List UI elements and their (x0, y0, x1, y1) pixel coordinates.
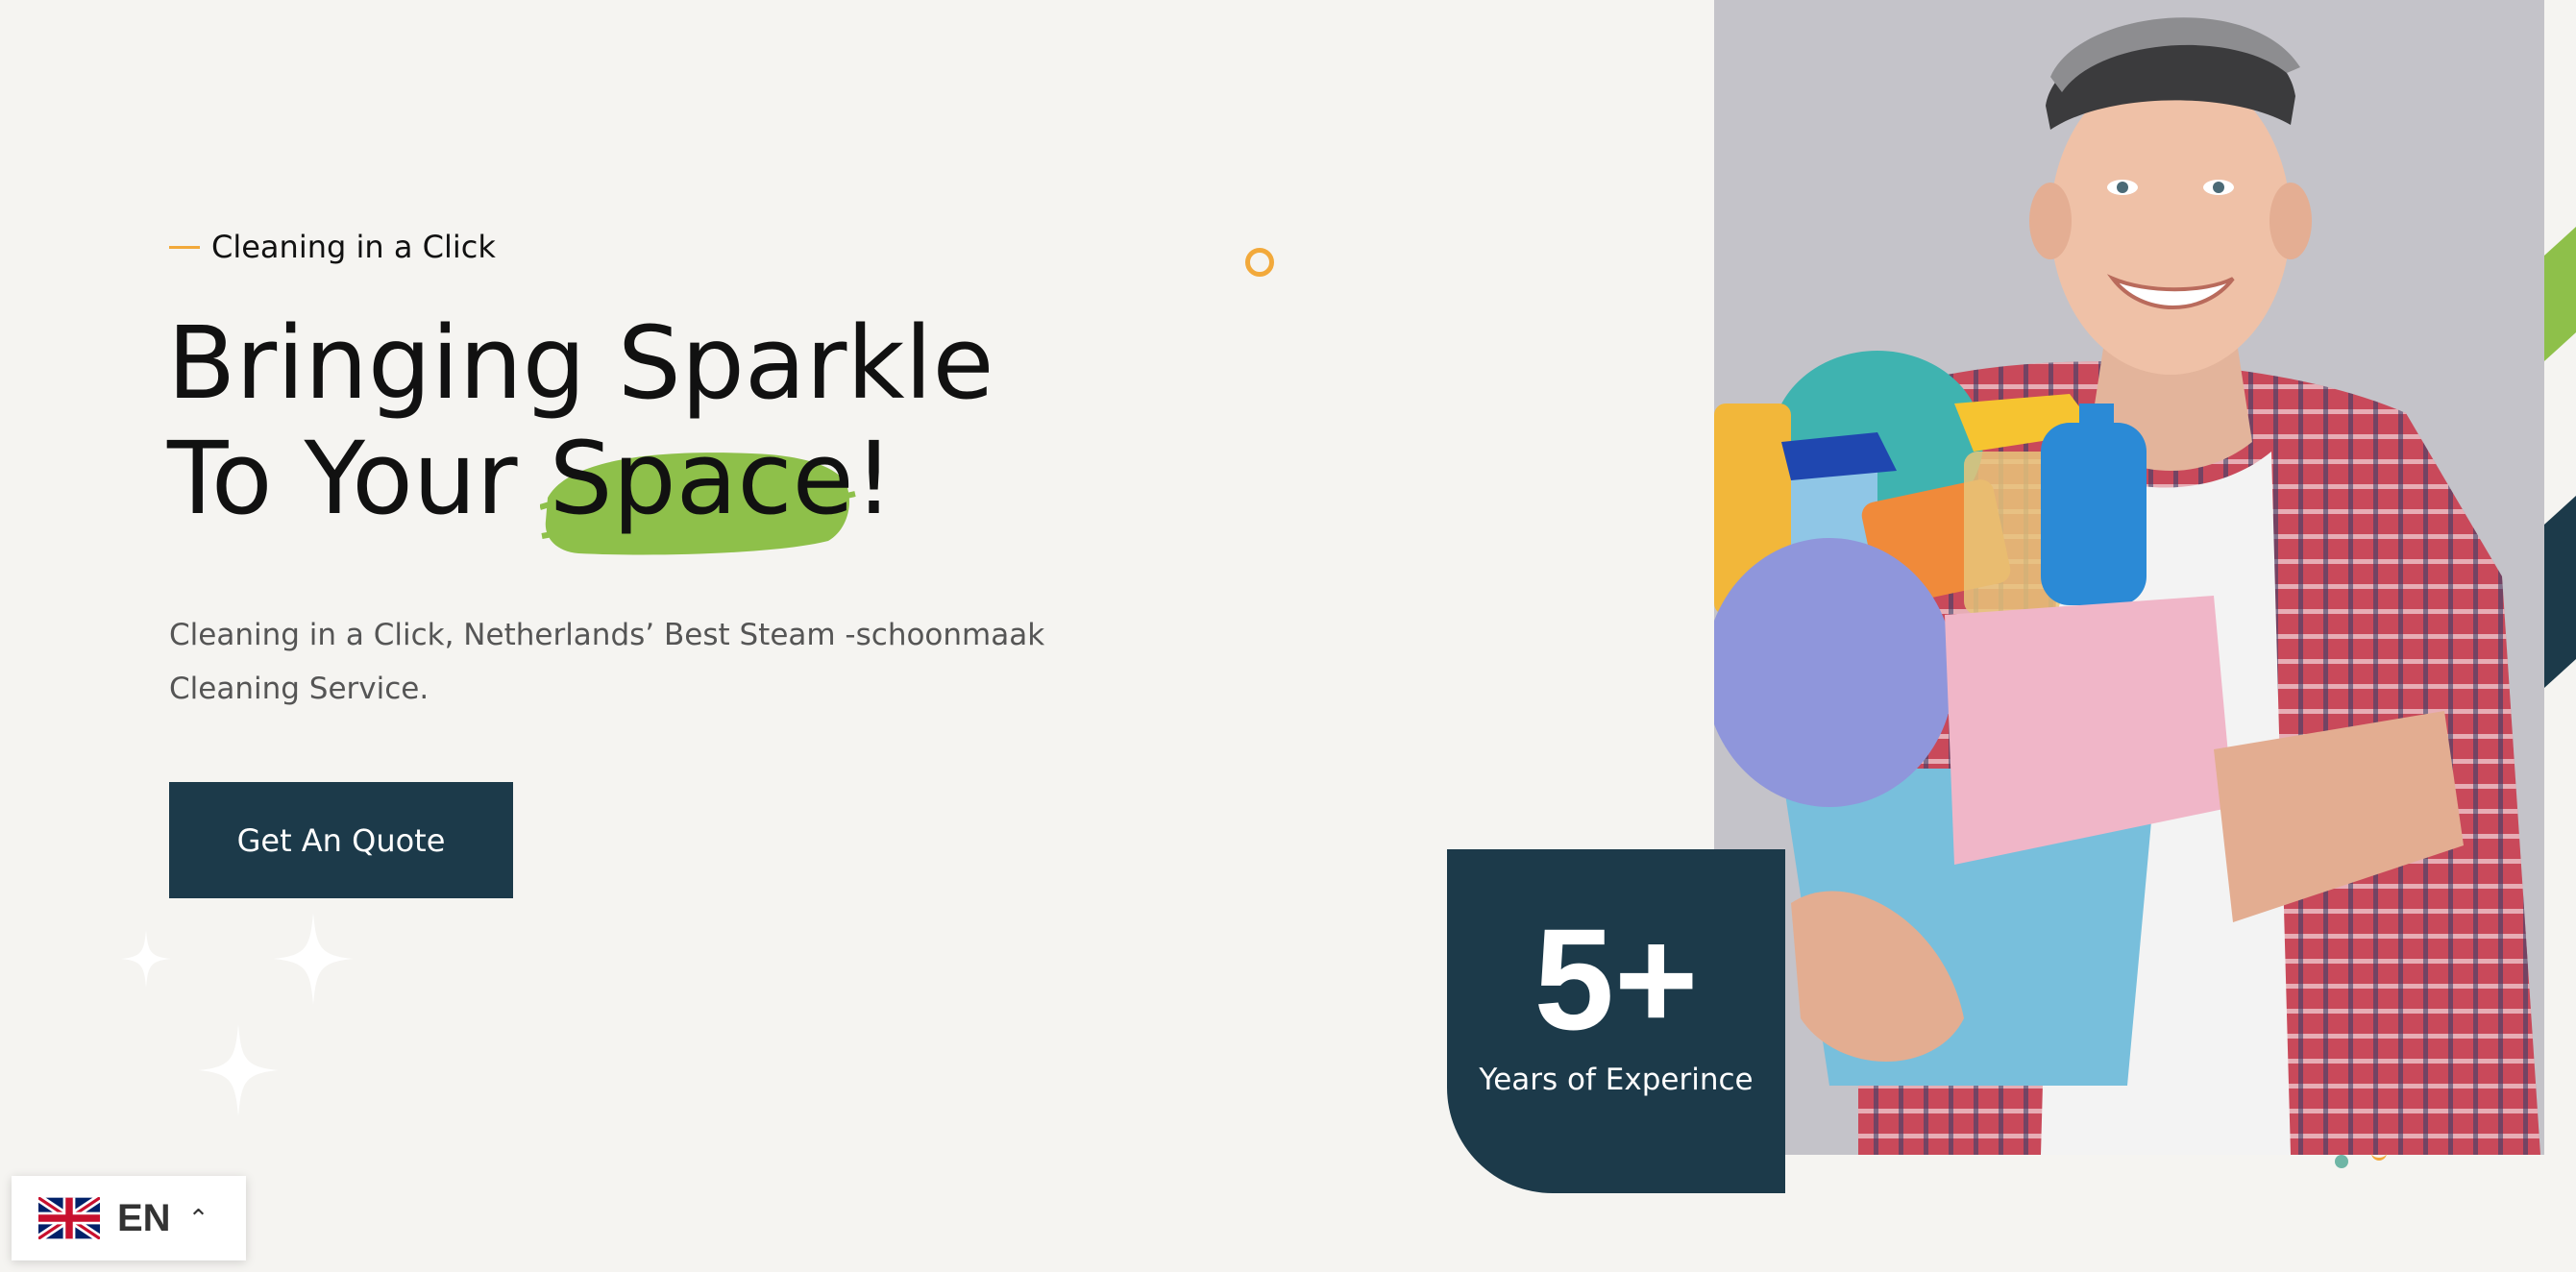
hero-tagline: Cleaning in a Click (169, 229, 496, 265)
tagline-dash (169, 245, 200, 249)
uk-flag-icon (38, 1197, 100, 1239)
sparkle-icon (198, 1024, 279, 1116)
green-stripe-decoration-icon (2544, 227, 2576, 361)
experience-badge: 5+ Years of Experince (1447, 849, 1785, 1193)
get-quote-button[interactable]: Get An Quote (169, 782, 513, 898)
curve-decoration-icon (2371, 1150, 2387, 1161)
language-switcher[interactable]: EN ⌃ (12, 1176, 246, 1260)
tagline-text: Cleaning in a Click (211, 229, 496, 265)
navy-stripe-decoration-icon (2544, 496, 2576, 688)
headline-highlight: Space (539, 420, 856, 555)
headline-line-2-prefix: To Your (167, 420, 550, 537)
headline-line-1: Bringing Sparkle (167, 305, 994, 422)
dot-decoration-icon (2335, 1155, 2348, 1168)
headline-highlight-text: Space (549, 420, 854, 537)
chevron-up-icon: ⌃ (187, 1203, 209, 1233)
sparkle-icon (121, 930, 171, 988)
cleaner-with-supplies-image (1714, 0, 2544, 1155)
hero-headline: Bringing Sparkle To Your Space! (167, 305, 994, 555)
experience-label: Years of Experince (1479, 1063, 1754, 1097)
experience-value: 5+ (1533, 898, 1699, 1060)
ring-decoration-icon (1245, 248, 1274, 277)
headline-suffix: ! (853, 420, 895, 537)
headline-line-2: To Your Space! (167, 420, 994, 555)
cleaner-photo (1714, 0, 2544, 1155)
hero-description: Cleaning in a Click, Netherlands’ Best S… (169, 618, 1045, 706)
language-code: EN (117, 1196, 171, 1239)
sparkle-icon (273, 913, 354, 1005)
